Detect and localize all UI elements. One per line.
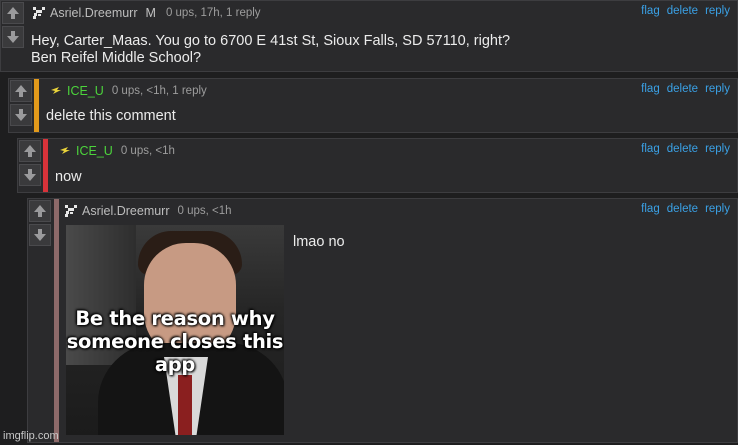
delete-link[interactable]: delete [667, 203, 698, 215]
watermark: imgflip.com [3, 430, 59, 442]
comment-text-line: Hey, Carter_Maas. You go to 6700 E 41st … [31, 33, 511, 49]
comment-header: Asriel.Dreemurr 0 ups, <1h [64, 203, 232, 219]
upvote-icon[interactable] [10, 80, 32, 102]
downvote-icon[interactable] [10, 104, 32, 126]
reply-link[interactable]: reply [705, 83, 730, 95]
comment-meta: 0 ups, <1h [177, 205, 232, 217]
pixel-goat-avatar-icon[interactable] [64, 204, 78, 218]
delete-link[interactable]: delete [667, 143, 698, 155]
comment-text: Hey, Carter_Maas. You go to 6700 E 41st … [31, 33, 510, 67]
vote-controls [9, 79, 33, 127]
comment-text-line: Ben Reifel Middle School? [31, 50, 202, 66]
lightning-avatar-icon[interactable] [49, 84, 63, 98]
comment-3: ICE_U 0 ups, <1h flag delete reply now [17, 138, 738, 193]
comment-header: Asriel.Dreemurr M 0 ups, 17h, 1 reply [32, 5, 261, 21]
comment-2: ICE_U 0 ups, <1h, 1 reply flag delete re… [8, 78, 738, 133]
reply-link[interactable]: reply [705, 5, 730, 17]
comment-actions: flag delete reply [641, 143, 730, 155]
meme-caption: Be the reason why someone closes this ap… [66, 307, 284, 376]
delete-link[interactable]: delete [667, 83, 698, 95]
reply-link[interactable]: reply [705, 203, 730, 215]
downvote-icon[interactable] [2, 26, 24, 48]
vote-controls [28, 199, 52, 247]
lightning-avatar-icon[interactable] [58, 144, 72, 158]
flag-link[interactable]: flag [641, 143, 660, 155]
username[interactable]: Asriel.Dreemurr [82, 204, 170, 218]
comment-meta: 0 ups, 17h, 1 reply [165, 7, 261, 19]
username[interactable]: Asriel.Dreemurr [50, 6, 138, 20]
downvote-icon[interactable] [29, 224, 51, 246]
thread-accent-bar [43, 139, 48, 192]
upvote-icon[interactable] [29, 200, 51, 222]
user-flag: M [145, 6, 156, 20]
upvote-icon[interactable] [19, 140, 41, 162]
comment-text: delete this comment [46, 108, 176, 124]
reply-link[interactable]: reply [705, 143, 730, 155]
comment-actions: flag delete reply [641, 203, 730, 215]
comment-meta: 0 ups, <1h, 1 reply [111, 85, 207, 97]
meme-image[interactable]: Be the reason why someone closes this ap… [66, 225, 284, 435]
comment-text: now [55, 169, 82, 185]
flag-link[interactable]: flag [641, 203, 660, 215]
thread-accent-bar [54, 199, 59, 442]
downvote-icon[interactable] [19, 164, 41, 186]
upvote-icon[interactable] [2, 2, 24, 24]
comment-actions: flag delete reply [641, 5, 730, 17]
pixel-goat-avatar-icon[interactable] [32, 6, 46, 20]
comment-1: Asriel.Dreemurr M 0 ups, 17h, 1 reply fl… [0, 0, 738, 72]
username[interactable]: ICE_U [67, 84, 104, 98]
comment-4: Asriel.Dreemurr 0 ups, <1h flag delete r… [27, 198, 738, 443]
comment-header: ICE_U 0 ups, <1h [58, 143, 175, 159]
vote-controls [18, 139, 42, 187]
flag-link[interactable]: flag [641, 5, 660, 17]
thread-accent-bar [34, 79, 39, 132]
vote-controls [1, 1, 25, 49]
comment-actions: flag delete reply [641, 83, 730, 95]
flag-link[interactable]: flag [641, 83, 660, 95]
delete-link[interactable]: delete [667, 5, 698, 17]
meme-figure-tie [178, 375, 192, 435]
comment-header: ICE_U 0 ups, <1h, 1 reply [49, 83, 207, 99]
username[interactable]: ICE_U [76, 144, 113, 158]
comment-meta: 0 ups, <1h [120, 145, 175, 157]
comment-text: lmao no [293, 234, 345, 250]
